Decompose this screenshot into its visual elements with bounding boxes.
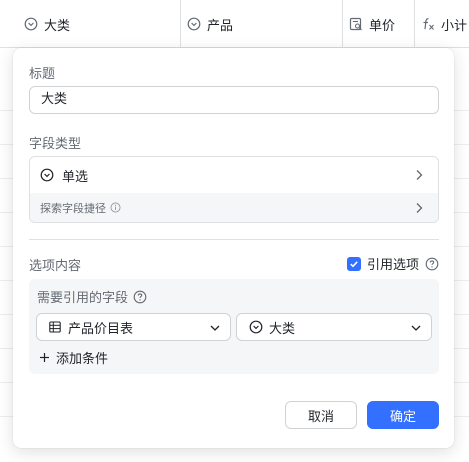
help-icon[interactable] — [425, 257, 439, 271]
add-condition-label: 添加条件 — [56, 352, 109, 367]
reference-options-toggle[interactable]: 引用选项 — [346, 254, 439, 273]
reference-field-label-row: 需要引用的字段 — [37, 287, 147, 306]
field-type-selector[interactable]: 单选 — [30, 157, 438, 193]
table-header: 大类 产品 单价 小计 — [0, 0, 469, 48]
title-label: 标题 — [29, 67, 56, 82]
formula-icon — [421, 17, 435, 31]
confirm-button[interactable]: 确定 — [367, 401, 439, 429]
reference-field-panel: 需要引用的字段 产品价目表 大类 添加条件 — [29, 279, 439, 374]
column-header-subtotal[interactable]: 小计 — [415, 0, 469, 48]
field-type-value: 单选 — [62, 169, 89, 185]
single-select-icon — [24, 17, 38, 31]
explore-label: 探索字段捷径 — [40, 201, 106, 215]
reference-field-select[interactable]: 大类 — [236, 313, 432, 341]
lookup-icon — [349, 17, 363, 31]
options-content-label: 选项内容 — [29, 259, 82, 274]
title-input[interactable]: 大类 — [29, 86, 439, 114]
reference-table-select[interactable]: 产品价目表 — [36, 313, 231, 341]
help-icon[interactable] — [133, 290, 147, 304]
table-icon — [48, 320, 62, 334]
reference-table-value: 产品价目表 — [68, 321, 134, 337]
single-select-icon — [187, 17, 201, 31]
chevron-down-icon — [208, 321, 222, 335]
chevron-right-icon — [412, 201, 426, 215]
plus-icon — [39, 352, 50, 363]
reference-options-label: 引用选项 — [366, 258, 419, 273]
field-type-box: 单选 探索字段捷径 — [29, 156, 439, 223]
column-header-category[interactable]: 大类 — [0, 0, 181, 48]
column-header-label: 产品 — [207, 18, 234, 34]
explore-field-shortcuts[interactable]: 探索字段捷径 — [30, 193, 438, 222]
column-header-label: 单价 — [369, 18, 396, 34]
divider — [29, 239, 439, 240]
field-config-dialog: 标题 大类 字段类型 单选 探索字段捷径 选项内容 引用选项 需要引用的字段 产… — [13, 48, 454, 448]
info-icon — [110, 202, 121, 213]
add-condition-button[interactable]: 添加条件 — [39, 348, 108, 367]
chevron-down-icon — [409, 321, 423, 335]
column-header-product[interactable]: 产品 — [181, 0, 343, 48]
single-select-icon — [40, 168, 54, 182]
reference-field-value: 大类 — [269, 321, 296, 337]
field-type-label: 字段类型 — [29, 137, 82, 152]
reference-field-label: 需要引用的字段 — [37, 291, 129, 306]
chevron-right-icon — [412, 168, 426, 182]
column-header-label: 大类 — [44, 18, 71, 34]
reference-options-checkbox[interactable] — [346, 256, 361, 271]
column-header-label: 小计 — [441, 18, 468, 34]
single-select-icon — [249, 320, 263, 334]
column-header-price[interactable]: 单价 — [343, 0, 415, 48]
cancel-button[interactable]: 取消 — [285, 401, 357, 429]
